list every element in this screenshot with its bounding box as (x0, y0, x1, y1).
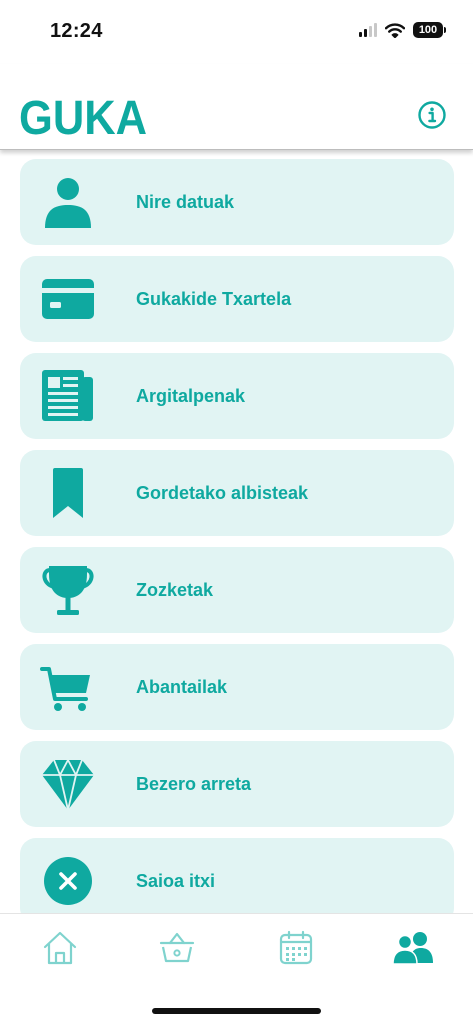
menu-list: Nire datuak Gukakide Txartela Argitalpen… (0, 150, 473, 913)
card-icon (42, 279, 94, 319)
menu-item-label: Gukakide Txartela (136, 289, 292, 309)
menu-item-label: Abantailak (136, 677, 228, 697)
menu-item-label: Nire datuak (136, 192, 235, 212)
menu-item-bezero-arreta[interactable]: Bezero arreta (20, 741, 454, 827)
home-icon[interactable] (40, 928, 80, 968)
menu-item-label: Gordetako albisteak (136, 483, 309, 503)
users-icon[interactable] (393, 928, 433, 968)
wifi-icon (385, 22, 405, 38)
app-header: GUKA (0, 64, 473, 150)
menu-item-label: Saioa itxi (136, 871, 216, 891)
menu-item-label: Bezero arreta (136, 774, 252, 794)
calendar-icon[interactable] (276, 928, 316, 968)
home-indicator (152, 1008, 321, 1014)
status-icons: 100 (359, 22, 446, 38)
svg-text:GUKA: GUKA (19, 93, 147, 137)
close-circle-icon (44, 857, 92, 905)
menu-item-abantailak[interactable]: Abantailak (20, 644, 454, 730)
battery-icon: 100 (413, 22, 446, 38)
status-time: 12:24 (50, 20, 103, 42)
cellular-signal-icon (359, 23, 377, 37)
menu-item-label: Zozketak (136, 580, 214, 600)
status-bar: 12:24 100 (0, 0, 473, 64)
user-icon (45, 178, 91, 228)
guka-logo: GUKA (19, 93, 147, 137)
tab-bar (0, 913, 473, 1024)
menu-item-nire-datuak[interactable]: Nire datuak (20, 159, 454, 245)
newspaper-icon (42, 370, 93, 421)
bookmark-icon (53, 468, 83, 518)
menu-item-gukakide-txartela[interactable]: Gukakide Txartela (20, 256, 454, 342)
menu-item-label: Argitalpenak (136, 386, 246, 406)
info-icon[interactable] (417, 100, 447, 130)
menu-item-argitalpenak[interactable]: Argitalpenak (20, 353, 454, 439)
menu-item-saioa-itxi[interactable]: Saioa itxi (20, 838, 454, 913)
diamond-icon (42, 759, 94, 811)
menu-item-gordetako-albisteak[interactable]: Gordetako albisteak (20, 450, 454, 536)
cart-icon (40, 667, 90, 711)
basket-icon[interactable] (157, 928, 197, 968)
menu-item-zozketak[interactable]: Zozketak (20, 547, 454, 633)
trophy-icon (42, 566, 94, 615)
